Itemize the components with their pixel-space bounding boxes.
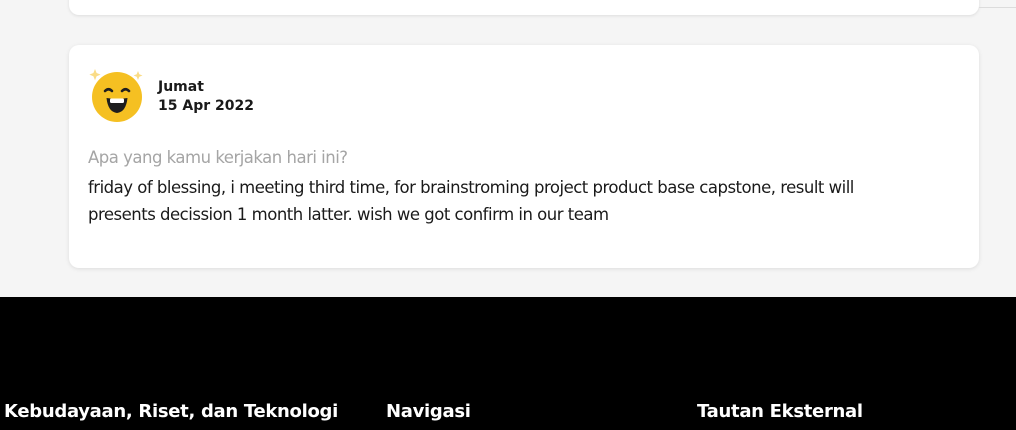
entry-date-label: 15 Apr 2022 [158, 98, 254, 114]
site-footer: , Kebudayaan, Riset, dan Teknologi Navig… [0, 297, 1016, 430]
happy-star-face-icon [88, 68, 144, 124]
journal-answer: friday of blessing, i meeting third time… [88, 178, 854, 224]
divider [979, 7, 1016, 8]
footer-heading-external-links: Tautan Eksternal [697, 401, 863, 422]
previous-journal-card [69, 0, 979, 15]
journal-entry-card: Jumat 15 Apr 2022 Apa yang kamu kerjakan… [69, 45, 979, 268]
journal-question: Apa yang kamu kerjakan hari ini? [88, 148, 348, 167]
footer-heading-navigation: Navigasi [386, 401, 471, 422]
footer-heading-ministry: , Kebudayaan, Riset, dan Teknologi [0, 401, 338, 422]
page: Jumat 15 Apr 2022 Apa yang kamu kerjakan… [0, 0, 1016, 430]
entry-date: Jumat 15 Apr 2022 [158, 78, 254, 116]
entry-day-label: Jumat [158, 79, 204, 95]
